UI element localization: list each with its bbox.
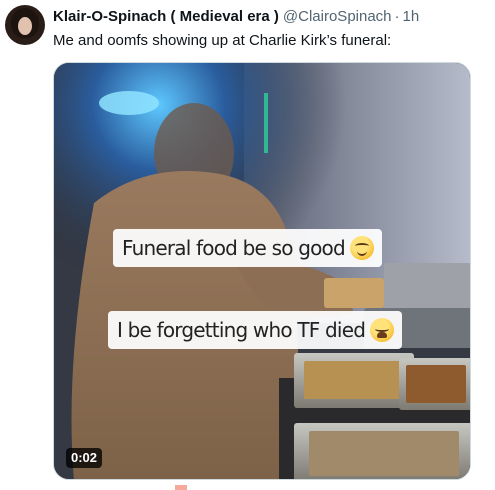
tweet[interactable]: Klair-O-Spinach ( Medieval era ) @ClairoS…	[0, 0, 495, 490]
timestamp[interactable]: 1h	[403, 8, 420, 25]
next-tweet-peek	[175, 485, 187, 490]
video-player[interactable]: Funeral food be so good I be forgetting …	[53, 62, 471, 480]
user-handle[interactable]: @ClairoSpinach	[283, 8, 392, 25]
caption-text: I be forgetting who TF died	[117, 318, 366, 342]
caption-text: Funeral food be so good	[122, 236, 346, 260]
avatar[interactable]	[5, 5, 45, 45]
video-caption-1: Funeral food be so good	[113, 229, 382, 267]
display-name[interactable]: Klair-O-Spinach ( Medieval era )	[53, 8, 279, 25]
video-frame	[54, 63, 470, 479]
tweet-header: Klair-O-Spinach ( Medieval era ) @ClairoS…	[53, 7, 419, 27]
face-savoring-food-emoji	[349, 236, 374, 260]
separator-dot: ·	[394, 8, 400, 25]
tweet-text: Me and oomfs showing up at Charlie Kirk’…	[53, 32, 392, 49]
video-duration-badge: 0:02	[66, 448, 103, 468]
video-caption-2: I be forgetting who TF died	[108, 311, 403, 349]
weary-face-emoji	[370, 318, 395, 342]
